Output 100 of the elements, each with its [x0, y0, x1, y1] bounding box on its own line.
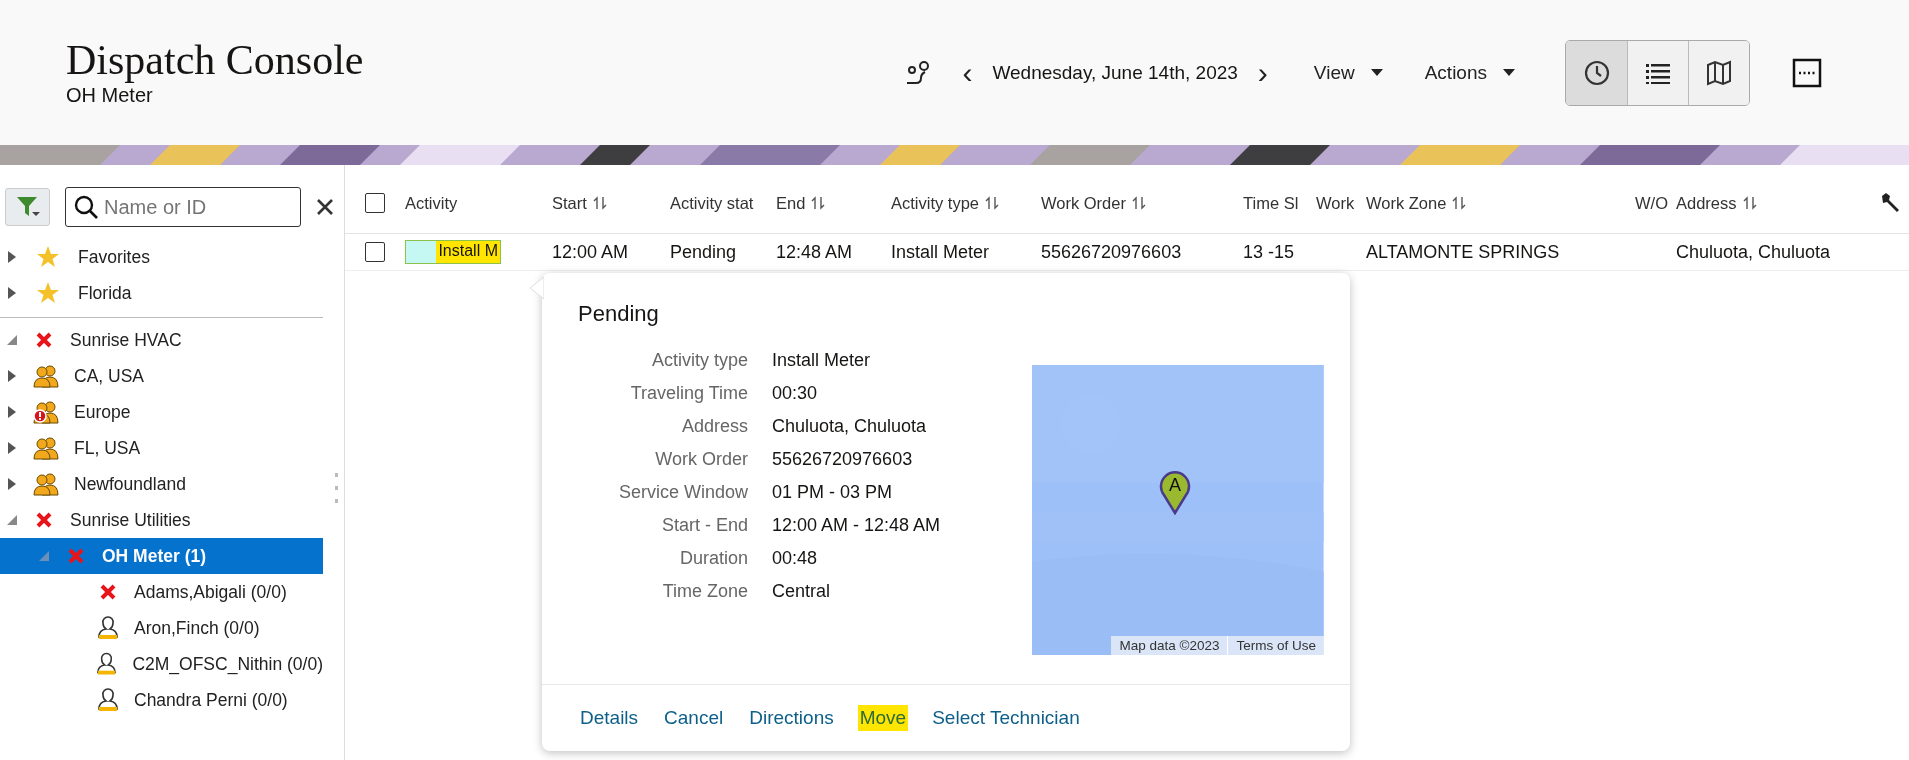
caret-icon: [1503, 68, 1515, 77]
tree-item[interactable]: Sunrise HVAC: [0, 322, 323, 358]
expand-icon[interactable]: [6, 441, 18, 455]
tree-item[interactable]: Sunrise Utilities: [0, 502, 323, 538]
column-header[interactable]: W/O: [1624, 193, 1676, 213]
table-cell-text: Chuluota, Chuluota: [1676, 241, 1832, 263]
detail-value: 12:00 AM - 12:48 AM: [772, 514, 942, 537]
action-link[interactable]: Move: [857, 705, 909, 731]
detail-value: 00:48: [772, 547, 819, 570]
checkbox[interactable]: [365, 193, 385, 213]
page-subtitle: OH Meter: [66, 84, 154, 107]
detail-label: Duration: [678, 547, 748, 570]
detail-label: Address: [680, 415, 748, 438]
detail-label: Work Order: [654, 448, 748, 471]
detail-label: Activity type: [650, 349, 748, 372]
detail-label: Traveling Time: [629, 382, 748, 405]
detail-value: 00:30: [772, 382, 819, 405]
table-cell-text: ALTAMONTE SPRINGS: [1366, 241, 1561, 263]
tree-item[interactable]: Europe: [0, 394, 323, 430]
expand-icon[interactable]: [6, 369, 18, 383]
menu-button[interactable]: Actions: [1420, 55, 1519, 90]
map-attribution: Map data ©2023: [1118, 637, 1221, 655]
view-toggle-button[interactable]: [1688, 40, 1749, 105]
detail-value: 55626720976603: [772, 448, 914, 471]
filter-icon: [14, 195, 41, 219]
sort-icon[interactable]: [985, 196, 1000, 210]
detail-value: Chuluota, Chuluota: [772, 415, 928, 438]
expand-icon[interactable]: [6, 333, 18, 347]
action-link[interactable]: Select Technician: [930, 705, 1082, 731]
resize-handle[interactable]: [334, 473, 340, 503]
table-cell-text: Install Meter: [891, 241, 991, 263]
sort-icon[interactable]: [1742, 196, 1757, 210]
view-toggle-button[interactable]: [1566, 40, 1627, 105]
expand-icon[interactable]: [6, 513, 18, 527]
table-cell-text: 13 -15: [1243, 241, 1296, 263]
action-link[interactable]: Directions: [747, 705, 836, 731]
activity-bar[interactable]: Install M: [405, 240, 501, 264]
column-header[interactable]: Activity type: [891, 193, 1041, 213]
expand-icon[interactable]: [6, 405, 18, 419]
column-header[interactable]: Address: [1676, 193, 1856, 213]
detail-value: Central: [772, 580, 832, 603]
caret-icon: [1370, 68, 1383, 77]
previous-day-button[interactable]: ‹: [954, 57, 981, 88]
date-label: Wednesday, June 14th, 2023: [992, 61, 1238, 84]
table-cell-text: 12:48 AM: [776, 241, 854, 263]
menu-button[interactable]: View: [1309, 55, 1387, 90]
action-link[interactable]: Cancel: [662, 705, 726, 731]
tree-item[interactable]: Aron,Finch (0/0): [0, 610, 323, 646]
column-header[interactable]: Time Sl: [1243, 193, 1316, 213]
sort-icon[interactable]: [1452, 196, 1467, 210]
tree-item[interactable]: FL, USA: [0, 430, 323, 466]
next-day-button[interactable]: ›: [1249, 57, 1276, 88]
tree-item[interactable]: Florida: [0, 275, 323, 311]
group-icon: [32, 363, 60, 389]
map-pin[interactable]: A: [1158, 469, 1193, 515]
wrench-icon[interactable]: [1879, 192, 1901, 214]
tree-item[interactable]: C2M_OFSC_Nithin (0/0): [0, 646, 323, 682]
terms-link[interactable]: Terms of Use: [1227, 636, 1324, 655]
sort-icon[interactable]: [592, 196, 607, 210]
column-header[interactable]: Work: [1316, 193, 1366, 213]
column-header[interactable]: Start: [552, 193, 670, 213]
checkbox[interactable]: [365, 242, 385, 262]
group-icon: [32, 435, 60, 461]
more-icon[interactable]: [1792, 57, 1822, 88]
action-link[interactable]: Details: [578, 705, 641, 731]
detail-label: Service Window: [617, 481, 748, 504]
column-header[interactable]: Work Zone: [1366, 193, 1624, 213]
page-title: Dispatch Console: [66, 38, 364, 82]
column-header[interactable]: Work Order: [1041, 193, 1243, 213]
close-icon[interactable]: [315, 197, 335, 217]
expand-icon[interactable]: [6, 477, 18, 491]
star-icon: [36, 245, 60, 269]
clock-icon: [1582, 58, 1611, 87]
sort-icon[interactable]: [1131, 196, 1146, 210]
view-toggle-button[interactable]: [1627, 40, 1688, 105]
tree-item[interactable]: Favorites: [0, 239, 323, 275]
group-alert-icon: [32, 399, 60, 425]
group-icon: [32, 471, 60, 497]
column-header[interactable]: Activity: [405, 193, 552, 213]
tree-item[interactable]: OH Meter (1): [0, 538, 323, 574]
tree-item[interactable]: Adams,Abigali (0/0): [0, 574, 323, 610]
table-cell-text: Pending: [670, 241, 738, 263]
tree-item[interactable]: Newfoundland: [0, 466, 323, 502]
detail-value: 01 PM - 03 PM: [772, 481, 894, 504]
detail-value: Install Meter: [772, 349, 872, 372]
sort-icon[interactable]: [811, 196, 826, 210]
popup-title: Pending: [577, 300, 660, 327]
column-header[interactable]: End: [776, 193, 891, 213]
filter-button[interactable]: [5, 188, 50, 226]
table-cell-text: 12:00 AM: [552, 241, 630, 263]
detail-label: Time Zone: [661, 580, 748, 603]
activity-label: Install M: [436, 241, 500, 263]
tree-item[interactable]: Chandra Perni (0/0): [0, 682, 323, 718]
person-icon: [95, 651, 119, 677]
search-icon: [73, 194, 99, 220]
expand-icon[interactable]: [6, 286, 18, 300]
expand-icon[interactable]: [6, 250, 18, 264]
column-header[interactable]: Activity stat: [670, 193, 776, 213]
tree-item[interactable]: CA, USA: [0, 358, 323, 394]
search-field[interactable]: Name or ID: [65, 187, 301, 227]
